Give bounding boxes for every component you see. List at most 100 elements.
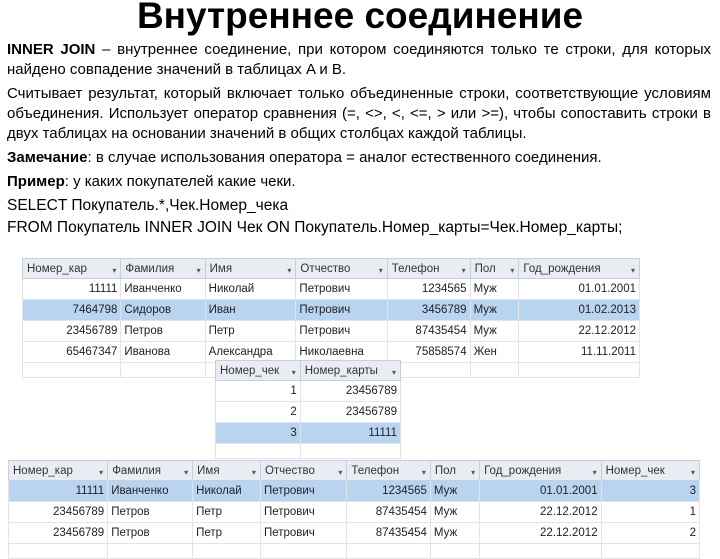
table-cell[interactable]: 87435454 — [386, 320, 471, 342]
table-cell[interactable]: Петров — [107, 522, 194, 544]
table-cell[interactable]: 3456789 — [386, 299, 471, 321]
table-row[interactable]: 7464798 Сидоров Иван Петрович 3456789 Муж 01.0… — [21, 299, 640, 321]
column-header[interactable]: Номер_чек ▾ — [215, 360, 301, 381]
dropdown-arrow-icon[interactable]: ▾ — [462, 266, 466, 275]
table-cell[interactable]: 1 — [215, 380, 301, 402]
table-row[interactable]: 23456789 Петров Петр Петрович 87435454 Муж 22.… — [7, 522, 701, 544]
dropdown-arrow-icon[interactable]: ▾ — [338, 468, 342, 477]
table-cell[interactable]: Иванова — [120, 341, 206, 363]
table-cell[interactable]: Муж — [469, 320, 520, 342]
dropdown-arrow-icon[interactable]: ▾ — [252, 468, 256, 477]
column-header[interactable]: Отчество ▾ — [259, 460, 348, 481]
dropdown-arrow-icon[interactable]: ▾ — [471, 468, 475, 477]
table-cell[interactable] — [518, 362, 640, 378]
dropdown-arrow-icon[interactable]: ▾ — [197, 266, 201, 275]
table-cell[interactable]: Петрович — [295, 278, 388, 300]
table-cell[interactable]: Иван — [204, 299, 297, 321]
dropdown-arrow-icon[interactable]: ▾ — [691, 468, 695, 477]
table-cell[interactable]: 11111 — [21, 278, 122, 300]
table-cell[interactable]: 23456789 — [21, 320, 122, 342]
table-cell[interactable] — [215, 443, 301, 459]
table-cell[interactable]: Иванченко — [120, 278, 206, 300]
column-header[interactable]: Фамилия ▾ — [120, 258, 206, 279]
column-header[interactable]: Год_рождения ▾ — [518, 258, 640, 279]
table-cell[interactable]: Муж — [469, 299, 520, 321]
table-row[interactable]: 23456789 Петров Петр Петрович 87435454 Муж 22.… — [7, 501, 701, 523]
dropdown-arrow-icon[interactable]: ▾ — [379, 266, 383, 275]
dropdown-arrow-icon[interactable]: ▾ — [510, 266, 514, 275]
table-cell[interactable]: Жен — [469, 341, 520, 363]
dropdown-arrow-icon[interactable]: ▾ — [593, 468, 597, 477]
table-cell[interactable]: 1234565 — [346, 480, 431, 502]
table-cell[interactable]: 23456789 — [7, 522, 109, 544]
table-cell[interactable]: Муж — [429, 480, 481, 502]
table-cell[interactable] — [299, 443, 402, 459]
table-cell[interactable]: Петрович — [259, 480, 348, 502]
column-header[interactable]: Отчество ▾ — [295, 258, 388, 279]
table-cell[interactable]: 01.01.2001 — [518, 278, 640, 300]
table-cell[interactable]: Петров — [107, 501, 194, 523]
dropdown-arrow-icon[interactable]: ▾ — [99, 468, 103, 477]
table-cell[interactable]: Петрович — [259, 522, 348, 544]
table-cell[interactable]: 23456789 — [7, 501, 109, 523]
table-cell[interactable]: 1234565 — [386, 278, 471, 300]
table-cell[interactable]: Петрович — [295, 299, 388, 321]
table-cell[interactable]: 11111 — [299, 422, 402, 444]
column-header[interactable]: Телефон ▾ — [346, 460, 431, 481]
column-header[interactable]: Пол ▾ — [429, 460, 481, 481]
column-header[interactable]: Телефон ▾ — [386, 258, 471, 279]
table-cell[interactable]: Муж — [429, 501, 481, 523]
table-cell[interactable]: 2 — [600, 522, 701, 544]
table-cell[interactable] — [429, 543, 481, 559]
table-cell[interactable]: 3 — [215, 422, 301, 444]
table-cell[interactable] — [21, 362, 122, 378]
table-row[interactable]: 23456789 Петров Петр Петрович 87435454 Муж 22.… — [21, 320, 640, 342]
table-cell[interactable]: 01.01.2001 — [479, 480, 602, 502]
dropdown-arrow-icon[interactable]: ▾ — [422, 468, 426, 477]
table-cell[interactable]: Петрович — [259, 501, 348, 523]
dropdown-arrow-icon[interactable]: ▾ — [392, 368, 396, 377]
table-cell[interactable] — [259, 543, 348, 559]
table-cell[interactable]: 65467347 — [21, 341, 122, 363]
table-cell[interactable] — [600, 543, 701, 559]
table-row[interactable]: 11111 Иванченко Николай Петрович 1234565 Муж 0… — [21, 278, 640, 300]
table-cell[interactable] — [192, 543, 261, 559]
table-cell[interactable]: Петр — [204, 320, 297, 342]
table-cell[interactable]: Петр — [192, 501, 261, 523]
table-cell[interactable]: Муж — [429, 522, 481, 544]
table-row[interactable]: 1 23456789 — [215, 380, 402, 402]
table-cell[interactable]: 22.12.2012 — [518, 320, 640, 342]
table-cell[interactable]: 3 — [600, 480, 701, 502]
column-header[interactable]: Номер_кар ▾ — [7, 460, 109, 481]
dropdown-arrow-icon[interactable]: ▾ — [631, 266, 635, 275]
table-cell[interactable] — [120, 362, 206, 378]
table-cell[interactable] — [479, 543, 602, 559]
table-cell[interactable]: Петров — [120, 320, 206, 342]
column-header[interactable]: Имя ▾ — [204, 258, 297, 279]
column-header[interactable]: Имя ▾ — [192, 460, 261, 481]
table-cell[interactable]: Петрович — [295, 320, 388, 342]
table-row[interactable]: 3 11111 — [215, 422, 402, 444]
table-cell[interactable]: 23456789 — [299, 380, 402, 402]
table-cell[interactable]: 23456789 — [299, 401, 402, 423]
table-cell[interactable]: Петр — [192, 522, 261, 544]
table-cell[interactable]: 7464798 — [21, 299, 122, 321]
table-cell[interactable]: 22.12.2012 — [479, 501, 602, 523]
new-record-row[interactable] — [215, 443, 402, 459]
new-record-row[interactable] — [7, 543, 701, 559]
table-cell[interactable]: 87435454 — [346, 522, 431, 544]
dropdown-arrow-icon[interactable]: ▾ — [184, 468, 188, 477]
dropdown-arrow-icon[interactable]: ▾ — [112, 266, 116, 275]
table-cell[interactable]: 87435454 — [346, 501, 431, 523]
table-row[interactable]: 2 23456789 — [215, 401, 402, 423]
table-cell[interactable]: 1 — [600, 501, 701, 523]
table-cell[interactable] — [346, 543, 431, 559]
table-cell[interactable]: Муж — [469, 278, 520, 300]
table-cell[interactable]: 22.12.2012 — [479, 522, 602, 544]
dropdown-arrow-icon[interactable]: ▾ — [292, 368, 296, 377]
column-header[interactable]: Год_рождения ▾ — [479, 460, 602, 481]
table-cell[interactable]: 01.02.2013 — [518, 299, 640, 321]
table-row[interactable]: 11111 Иванченко Николай Петрович 1234565 Муж 0… — [7, 480, 701, 502]
table-cell[interactable]: Николай — [204, 278, 297, 300]
dropdown-arrow-icon[interactable]: ▾ — [287, 266, 291, 275]
